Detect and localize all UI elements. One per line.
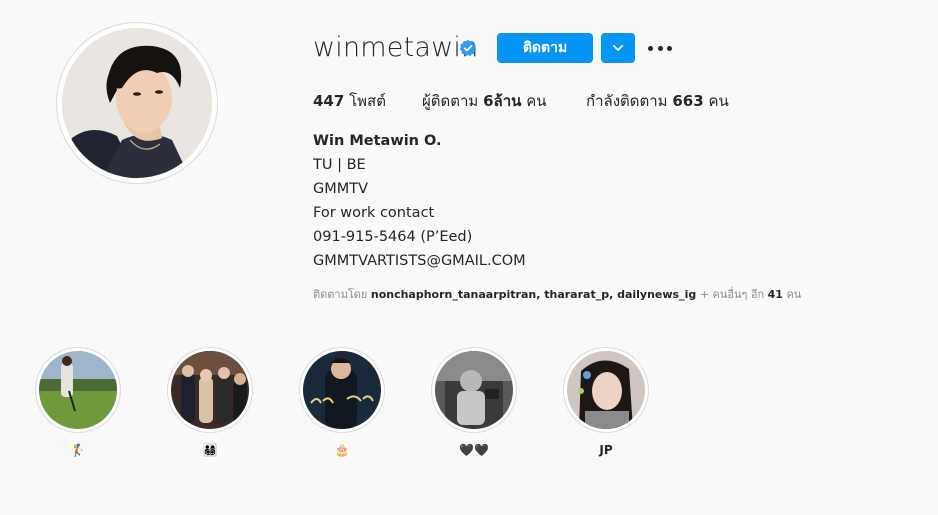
story-highlight[interactable]: 🎂 xyxy=(299,347,385,459)
highlight-cover xyxy=(39,351,117,429)
avatar-image xyxy=(62,28,212,178)
story-highlight[interactable]: 🖤🖤 xyxy=(431,347,517,459)
story-highlight[interactable]: JP xyxy=(563,347,649,459)
chevron-down-icon xyxy=(613,45,623,51)
username: winmetawin xyxy=(313,32,479,63)
bio-line: 091-915-5464 (P’Eed) xyxy=(313,229,473,245)
story-highlight[interactable]: 👨‍👩‍👧‍👦 xyxy=(167,347,253,459)
highlight-label: 👨‍👩‍👧‍👦 xyxy=(202,443,218,457)
followed-by-more[interactable]: + คนอื่นๆ อีก 41 คน xyxy=(700,288,802,301)
followed-by-users[interactable]: nonchaphorn_tanaarpitran, thararat_p, da… xyxy=(371,288,696,301)
followed-by[interactable]: ติดตามโดย nonchaphorn_tanaarpitran, thar… xyxy=(313,285,801,303)
following-count[interactable]: กำลังติดตาม 663 คน xyxy=(586,89,729,113)
highlight-cover xyxy=(567,351,645,429)
suggested-dropdown-button[interactable] xyxy=(601,33,635,63)
profile-avatar[interactable] xyxy=(56,22,218,184)
profile-bio: Win Metawin O. TU | BE GMMTV For work co… xyxy=(313,129,526,273)
story-highlight[interactable]: 🏌 xyxy=(35,347,121,459)
highlight-label: JP xyxy=(599,443,613,457)
bio-line: GMMTV xyxy=(313,181,369,197)
highlight-label: 🎂 xyxy=(334,443,350,457)
highlight-cover xyxy=(303,351,381,429)
posts-count: 447 โพสต์ xyxy=(313,92,386,110)
bio-line: For work contact xyxy=(313,205,435,221)
highlight-cover xyxy=(435,351,513,429)
bio-line: GMMTVARTISTS@GMAIL.COM xyxy=(313,253,526,269)
full-name: Win Metawin O. xyxy=(313,133,442,149)
highlight-label: 🖤🖤 xyxy=(459,443,489,457)
follow-button[interactable]: ติดตาม xyxy=(497,33,593,63)
highlight-label: 🏌 xyxy=(70,443,86,457)
highlight-cover xyxy=(171,351,249,429)
followers-count[interactable]: ผู้ติดตาม 6ล้าน คน xyxy=(422,89,547,113)
verified-badge-icon xyxy=(459,39,477,57)
bio-line: TU | BE xyxy=(313,157,366,173)
more-options-icon[interactable] xyxy=(648,36,672,60)
